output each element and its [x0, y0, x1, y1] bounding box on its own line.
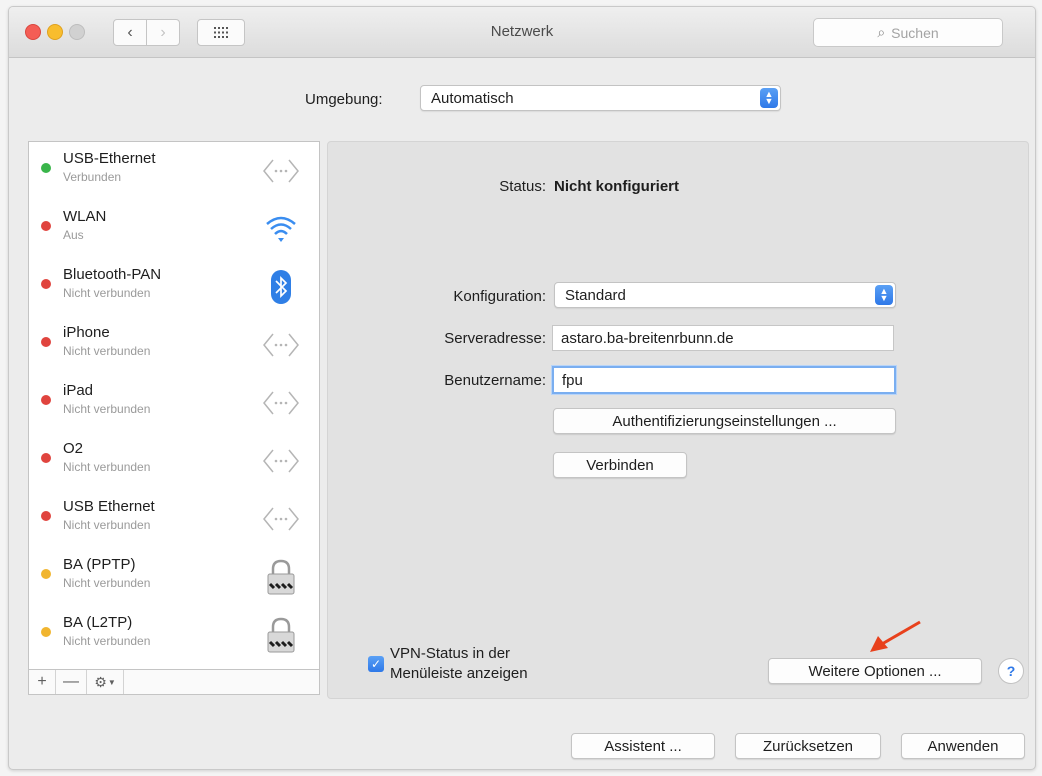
- status-label: Status:: [499, 178, 546, 195]
- service-status: Nicht verbunden: [63, 634, 151, 648]
- service-name: Bluetooth-PAN: [63, 266, 162, 283]
- annotation-arrow: [870, 620, 921, 652]
- status-dot: [41, 279, 51, 289]
- wifi-icon: [266, 216, 296, 242]
- add-service-button[interactable]: +: [29, 670, 56, 694]
- help-button[interactable]: ?: [998, 658, 1024, 684]
- service-actions-button[interactable]: ⚙ ▼: [87, 670, 124, 694]
- checkmark-icon: ✓: [370, 657, 382, 671]
- server-address-label: Serveradresse:: [444, 330, 546, 347]
- server-address-field[interactable]: astaro.ba-breitenrbunn.de: [552, 325, 894, 351]
- updown-arrows-icon: ▲ ▼: [875, 285, 893, 305]
- username-field[interactable]: fpu: [552, 366, 896, 394]
- service-item-bluetooth-pan[interactable]: Bluetooth-PAN Nicht verbunden: [29, 258, 319, 316]
- gear-icon: ⚙: [94, 673, 107, 690]
- vpn-status-label-line2: Menüleiste anzeigen: [390, 665, 528, 682]
- service-name: USB Ethernet: [63, 498, 155, 515]
- chevron-down-icon: ▼: [107, 677, 116, 687]
- service-item-o2[interactable]: O2 Nicht verbunden: [29, 432, 319, 490]
- ethernet-icon: [263, 333, 299, 357]
- username-label: Benutzername:: [444, 372, 546, 389]
- vpn-lock-icon: [267, 617, 295, 653]
- service-item-ba-l2tp[interactable]: BA (L2TP) Nicht verbunden: [29, 606, 319, 664]
- vpn-lock-icon: [267, 559, 295, 595]
- service-status: Verbunden: [63, 170, 122, 184]
- service-list-toolbar: + — ⚙ ▼: [29, 669, 319, 694]
- updown-arrows-icon: ▲ ▼: [760, 88, 778, 108]
- service-name: USB-Ethernet: [63, 150, 156, 167]
- search-field[interactable]: ⌕ Suchen: [813, 18, 1003, 47]
- service-status: Nicht verbunden: [63, 344, 151, 358]
- connect-button[interactable]: Verbinden: [553, 452, 687, 478]
- service-list: USB-Ethernet Verbunden WLAN Aus Bluetoot…: [28, 141, 320, 695]
- service-item-iphone[interactable]: iPhone Nicht verbunden: [29, 316, 319, 374]
- status-value: Nicht konfiguriert: [554, 178, 680, 195]
- status-dot: [41, 221, 51, 231]
- ethernet-icon: [263, 507, 299, 531]
- status-dot: [41, 337, 51, 347]
- service-status: Aus: [63, 228, 84, 242]
- configuration-value: Standard: [565, 286, 626, 304]
- vpn-status-label-line1: VPN-Status in der: [390, 645, 511, 662]
- service-item-wlan[interactable]: WLAN Aus: [29, 200, 319, 258]
- status-dot: [41, 163, 51, 173]
- ethernet-icon: [263, 391, 299, 415]
- service-name: iPhone: [63, 324, 110, 341]
- umgebung-popup[interactable]: Automatisch ▲ ▼: [420, 85, 781, 111]
- assistant-button[interactable]: Assistent ...: [571, 733, 715, 759]
- service-status: Nicht verbunden: [63, 402, 151, 416]
- vpn-status-label: VPN-Status in der Menüleiste anzeigen: [390, 644, 528, 684]
- vpn-status-checkbox[interactable]: ✓: [368, 656, 384, 672]
- service-name: O2: [63, 440, 84, 457]
- revert-button[interactable]: Zurücksetzen: [735, 733, 881, 759]
- more-options-button[interactable]: Weitere Optionen ...: [768, 658, 982, 684]
- umgebung-value: Automatisch: [431, 89, 514, 107]
- search-placeholder: Suchen: [891, 24, 939, 41]
- umgebung-label: Umgebung:: [305, 91, 383, 108]
- service-item-ba-pptp[interactable]: BA (PPTP) Nicht verbunden: [29, 548, 319, 606]
- status-dot: [41, 453, 51, 463]
- remove-service-button[interactable]: —: [56, 670, 87, 694]
- ethernet-icon: [263, 159, 299, 183]
- service-name: WLAN: [63, 208, 107, 225]
- service-status: Nicht verbunden: [63, 286, 151, 300]
- network-preferences-window: ‹ › Netzwerk ⌕ Suchen Umgebung: Automati…: [8, 6, 1036, 770]
- ethernet-icon: [263, 449, 299, 473]
- status-dot: [41, 395, 51, 405]
- status-dot: [41, 569, 51, 579]
- status-dot: [41, 627, 51, 637]
- search-icon: ⌕: [877, 24, 886, 40]
- apply-button[interactable]: Anwenden: [901, 733, 1025, 759]
- titlebar: ‹ › Netzwerk ⌕ Suchen: [9, 7, 1035, 58]
- bluetooth-icon: [271, 270, 291, 304]
- service-item-usb-ethernet[interactable]: USB-Ethernet Verbunden: [29, 142, 319, 200]
- service-detail-pane: Status: Nicht konfiguriert Konfiguration…: [327, 141, 1029, 699]
- service-item-usb-ethernet-2[interactable]: USB Ethernet Nicht verbunden: [29, 490, 319, 548]
- service-name: BA (PPTP): [63, 556, 136, 573]
- authentication-settings-button[interactable]: Authentifizierungseinstellungen ...: [553, 408, 896, 434]
- service-item-ipad[interactable]: iPad Nicht verbunden: [29, 374, 319, 432]
- configuration-label: Konfiguration:: [453, 288, 546, 305]
- configuration-popup[interactable]: Standard ▲ ▼: [554, 282, 896, 308]
- status-dot: [41, 511, 51, 521]
- service-status: Nicht verbunden: [63, 518, 151, 532]
- service-status: Nicht verbunden: [63, 576, 151, 590]
- service-name: BA (L2TP): [63, 614, 133, 631]
- service-status: Nicht verbunden: [63, 460, 151, 474]
- service-name: iPad: [63, 382, 94, 399]
